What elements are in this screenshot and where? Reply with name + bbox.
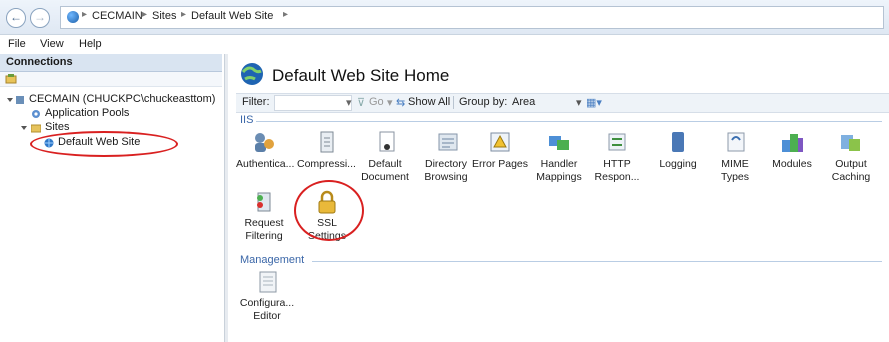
configuration-editor-label[interactable]: Configura... Editor — [238, 297, 296, 323]
authentication-label[interactable]: Authentica... — [236, 158, 294, 171]
connections-toolbar — [0, 72, 222, 87]
menu-view[interactable]: View — [40, 38, 64, 50]
error-pages-label[interactable]: Error Pages — [471, 158, 529, 171]
forward-button[interactable]: → — [30, 8, 50, 28]
page-title: Default Web Site Home — [272, 66, 450, 85]
group-by-label: Group by: — [459, 96, 508, 108]
logging-icon[interactable] — [666, 130, 690, 154]
toolbar-separator — [453, 96, 454, 109]
breadcrumb-separator: ▸ — [142, 9, 148, 20]
filter-bar: Filter: ▾ ⊽ Go ▾ ⇆ Show All Group by: Ar… — [236, 93, 889, 113]
folder-icon — [31, 124, 41, 133]
site-globe-icon — [241, 63, 263, 85]
go-dropdown-arrow-icon[interactable]: ▾ — [387, 96, 393, 109]
connections-title: Connections — [6, 56, 73, 68]
modules-icon[interactable] — [780, 130, 804, 154]
breadcrumb-separator: ▸ — [283, 9, 289, 20]
default-document-label[interactable]: Default Document — [356, 158, 414, 184]
output-caching-icon[interactable] — [838, 130, 862, 154]
error-pages-icon[interactable] — [488, 130, 512, 154]
request-filtering-label[interactable]: Request Filtering — [235, 217, 293, 243]
view-icon[interactable]: ▦▾ — [586, 96, 602, 109]
go-icon: ⊽ — [357, 97, 366, 109]
directory-browsing-label[interactable]: Directory Browsing — [417, 158, 475, 184]
directory-browsing-icon[interactable] — [436, 130, 460, 154]
section-divider — [312, 261, 882, 262]
menu-bar: File View Help — [0, 35, 889, 53]
show-all-icon: ⇆ — [396, 97, 406, 109]
http-response-icon[interactable] — [605, 130, 629, 154]
group-by-select[interactable]: Area — [512, 96, 535, 108]
handler-mappings-icon[interactable] — [547, 130, 571, 154]
filter-input[interactable] — [274, 95, 352, 111]
handler-mappings-label[interactable]: Handler Mappings — [530, 158, 588, 184]
section-divider — [256, 121, 882, 122]
section-management-label: Management — [240, 254, 305, 266]
breadcrumb-sites[interactable]: Sites — [152, 10, 176, 22]
address-bar: ← → ▸ CECMAIN ▸ Sites ▸ Default Web Site… — [0, 0, 889, 35]
http-response-label[interactable]: HTTP Respon... — [588, 158, 646, 184]
menu-help[interactable]: Help — [79, 38, 102, 50]
address-box[interactable]: ▸ CECMAIN ▸ Sites ▸ Default Web Site ▸ — [60, 6, 884, 29]
breadcrumb-separator: ▸ — [181, 9, 187, 20]
show-all-button[interactable]: Show All — [408, 96, 450, 108]
tree-item-sites[interactable]: Sites — [45, 121, 69, 133]
pane-divider[interactable] — [224, 54, 228, 342]
mime-types-icon[interactable] — [724, 130, 748, 154]
menu-file[interactable]: File — [8, 38, 26, 50]
logging-label[interactable]: Logging — [649, 158, 707, 171]
authentication-icon[interactable] — [252, 130, 276, 154]
annotation-circle — [294, 180, 364, 241]
section-iis-label: IIS — [240, 114, 254, 126]
modules-label[interactable]: Modules — [763, 158, 821, 171]
tree-item-app-pools[interactable]: Application Pools — [45, 107, 129, 119]
filter-label: Filter: — [242, 96, 270, 108]
group-by-dropdown-arrow-icon[interactable]: ▾ — [576, 96, 582, 109]
request-filtering-icon[interactable] — [252, 190, 276, 214]
globe-icon — [67, 11, 79, 23]
collapse-arrow-icon[interactable] — [20, 123, 30, 133]
annotation-circle — [30, 131, 178, 157]
breadcrumb-server[interactable]: CECMAIN — [92, 10, 143, 22]
back-button[interactable]: ← — [6, 8, 26, 28]
breadcrumb-site[interactable]: Default Web Site — [191, 10, 273, 22]
compression-label[interactable]: Compressi... — [297, 158, 356, 171]
configuration-editor-icon[interactable] — [256, 270, 280, 294]
connections-header: Connections — [0, 54, 222, 72]
output-caching-label[interactable]: Output Caching — [822, 158, 880, 184]
default-document-icon[interactable] — [375, 130, 399, 154]
server-icon — [16, 96, 24, 104]
mime-types-label[interactable]: MIME Types — [706, 158, 764, 184]
app-pools-icon — [32, 110, 40, 118]
add-connection-icon[interactable] — [5, 73, 17, 84]
filter-dropdown-arrow-icon[interactable]: ▾ — [346, 96, 352, 109]
tree-item-server[interactable]: CECMAIN (CHUCKPC\chuckeasttom) — [29, 93, 215, 105]
breadcrumb-separator: ▸ — [82, 9, 88, 20]
compression-icon[interactable] — [315, 130, 339, 154]
go-button[interactable]: Go — [369, 96, 384, 108]
